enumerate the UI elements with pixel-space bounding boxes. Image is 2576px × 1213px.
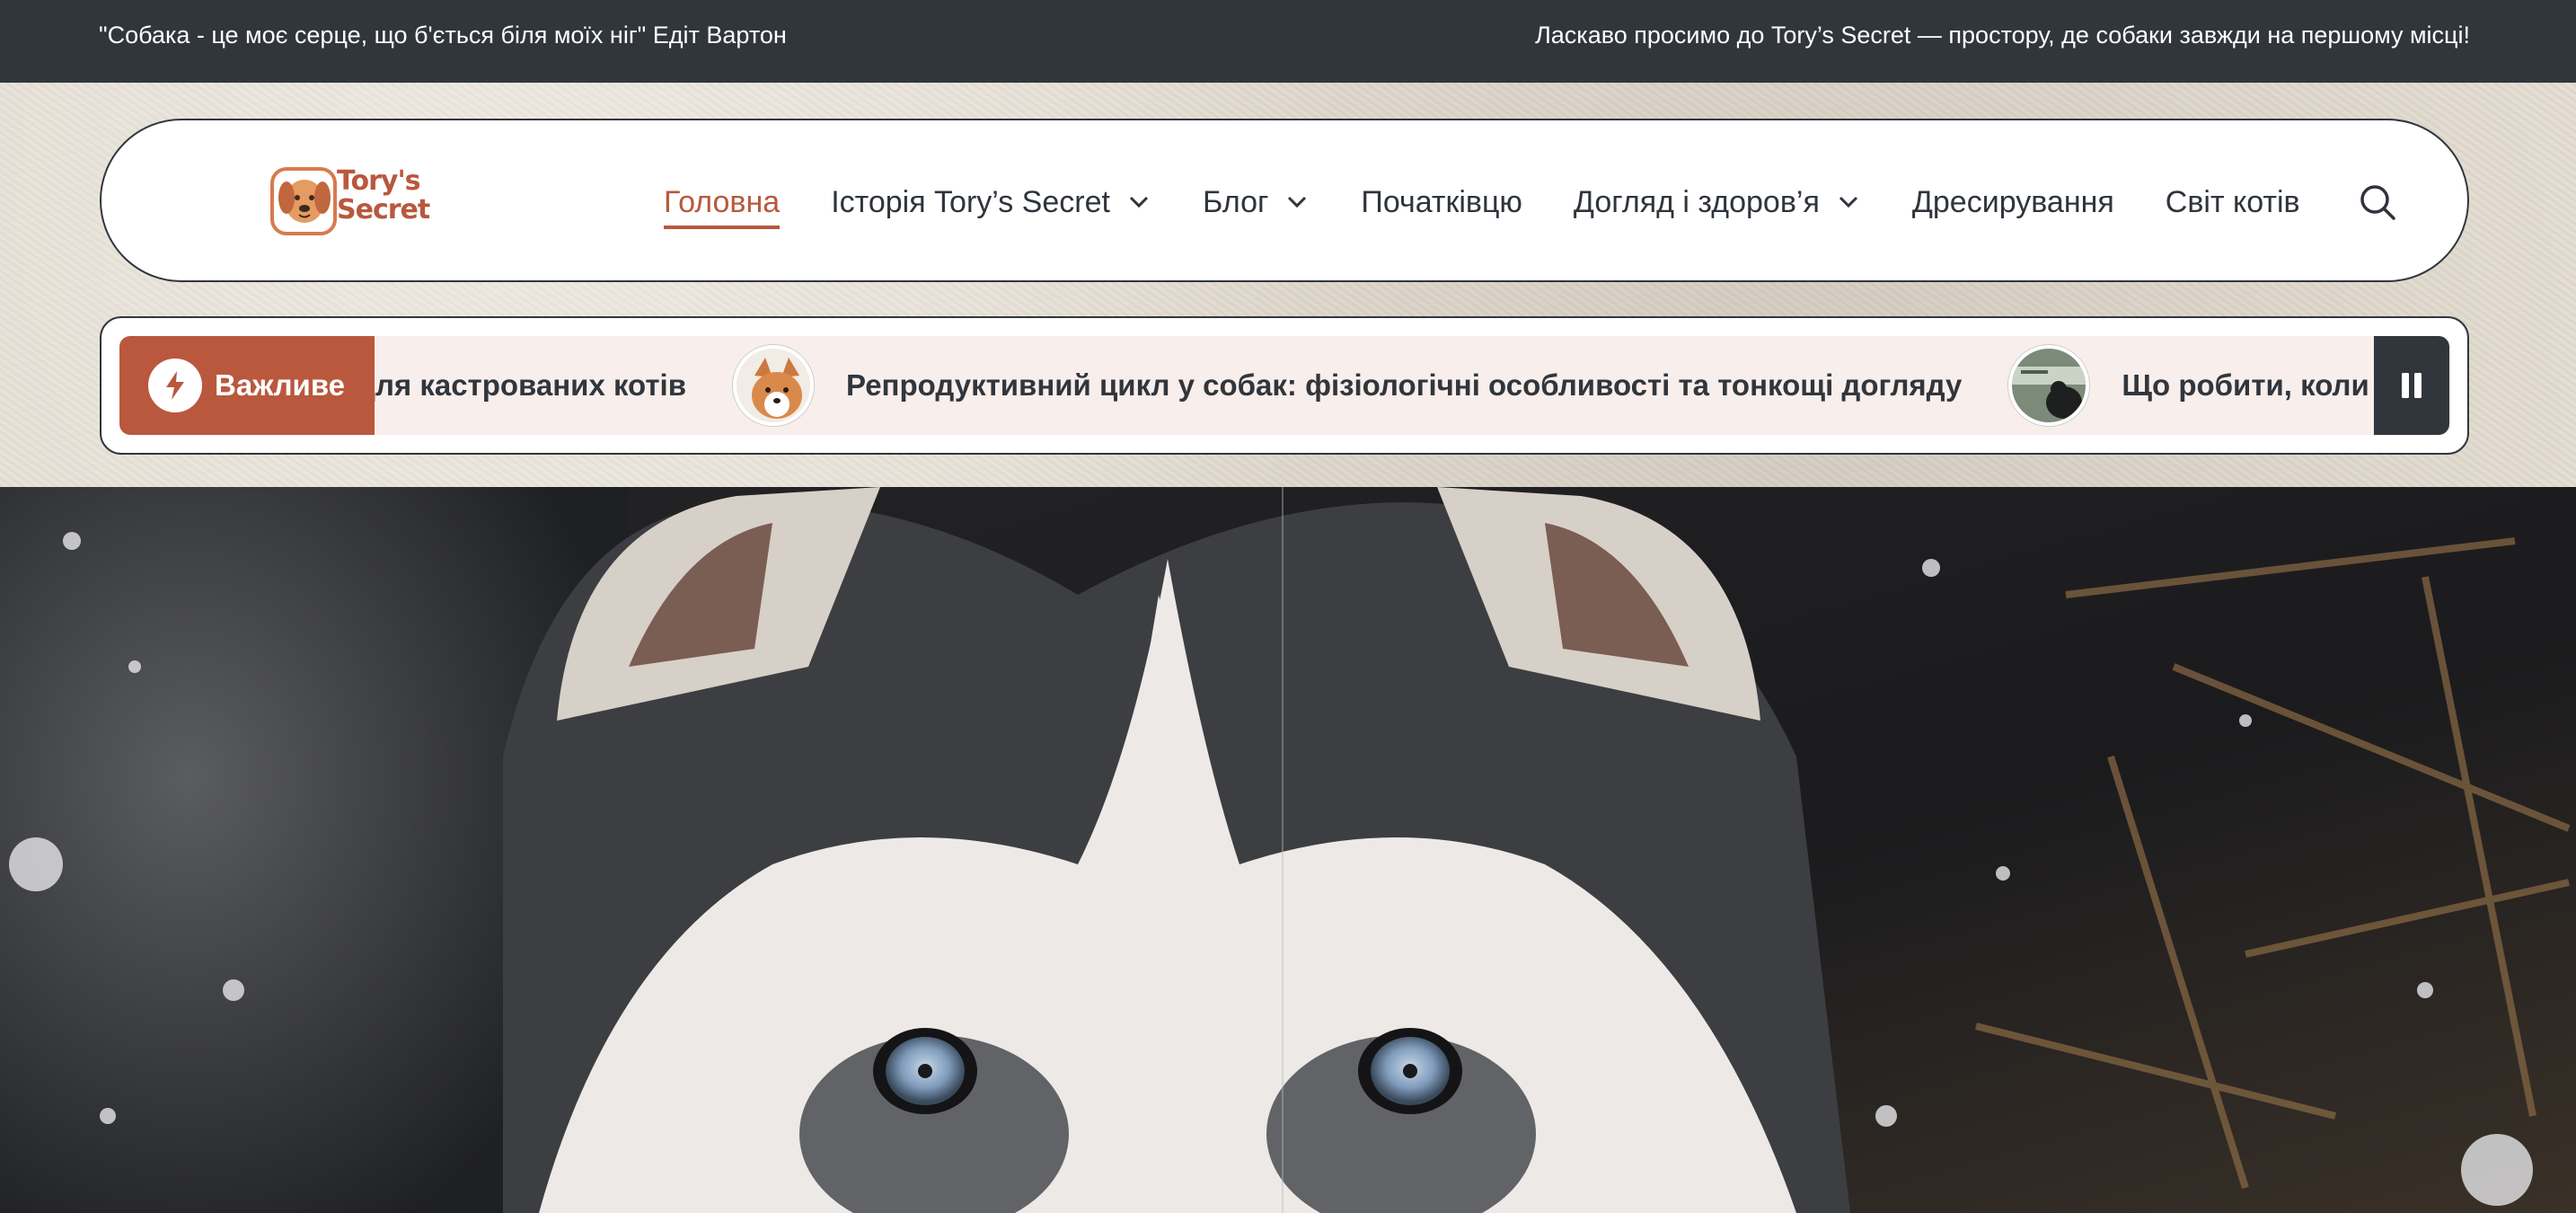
important-badge: Важливе — [119, 336, 375, 435]
nav-item-care-health[interactable]: Догляд і здоров’я — [1574, 175, 1861, 229]
chevron-down-icon — [1839, 196, 1857, 208]
hero-image — [0, 487, 2576, 1213]
nav-item-home[interactable]: Головна — [664, 175, 781, 229]
nav-item-label: Світ котів — [2165, 184, 2300, 219]
pause-button[interactable] — [2374, 336, 2449, 435]
menu: Головна Історія Tory’s Secret Блог Почат… — [664, 120, 2351, 284]
logo-line-2: Secret — [337, 194, 430, 226]
logo-line-1: Tory's — [337, 165, 420, 197]
important-label: Важливе — [215, 368, 346, 402]
nav-item-label: Догляд і здоров’я — [1573, 184, 1820, 219]
nav-item-label: Дресирування — [1911, 184, 2114, 219]
nav-item-history[interactable]: Історія Tory’s Secret — [831, 175, 1151, 229]
nav-item-cats[interactable]: Світ котів — [2166, 175, 2300, 229]
main-navigation: Tory's Secret Головна Історія Tory’s Sec… — [100, 119, 2469, 282]
chevron-down-icon — [1129, 196, 1148, 208]
pause-icon — [2402, 373, 2422, 398]
husky-photo — [0, 487, 2576, 1213]
nav-item-label: Історія Tory’s Secret — [831, 184, 1110, 219]
top-bar-quote: "Собака - це моє серце, що б'ється біля … — [99, 22, 787, 49]
nav-item-beginners[interactable]: Початківцю — [1361, 175, 1522, 229]
news-ticker: для кастрованих котів Репродуктивний цик… — [100, 316, 2469, 455]
site-logo-text[interactable]: Tory's Secret — [337, 165, 430, 226]
dog-thumbnail[interactable] — [2008, 345, 2090, 426]
chevron-down-icon — [1288, 196, 1307, 208]
dog-logo-icon — [270, 167, 337, 235]
corgi-image — [737, 349, 811, 422]
lightning-icon — [148, 359, 202, 412]
nav-item-label: Головна — [664, 184, 781, 219]
search-button[interactable] — [2358, 182, 2397, 222]
nav-item-label: Початківцю — [1361, 184, 1522, 219]
dog-image — [2012, 349, 2086, 422]
corgi-thumbnail[interactable] — [733, 345, 815, 426]
top-bar: "Собака - це моє серце, що б'ється біля … — [0, 0, 2576, 83]
ticker-track: для кастрованих котів Репродуктивний цик… — [119, 336, 2451, 435]
top-bar-welcome: Ласкаво просимо до Tory’s Secret — прост… — [1535, 22, 2470, 49]
ticker-item[interactable]: Репродуктивний цикл у собак: фізіологічн… — [846, 368, 1962, 403]
ticker-item[interactable]: для кастрованих котів — [357, 368, 686, 403]
nav-item-training[interactable]: Дресирування — [1912, 175, 2114, 229]
search-icon — [2360, 185, 2395, 220]
nav-item-blog[interactable]: Блог — [1203, 175, 1310, 229]
nav-item-label: Блог — [1202, 184, 1269, 219]
ticker-items: для кастрованих котів Репродуктивний цик… — [357, 336, 2423, 435]
